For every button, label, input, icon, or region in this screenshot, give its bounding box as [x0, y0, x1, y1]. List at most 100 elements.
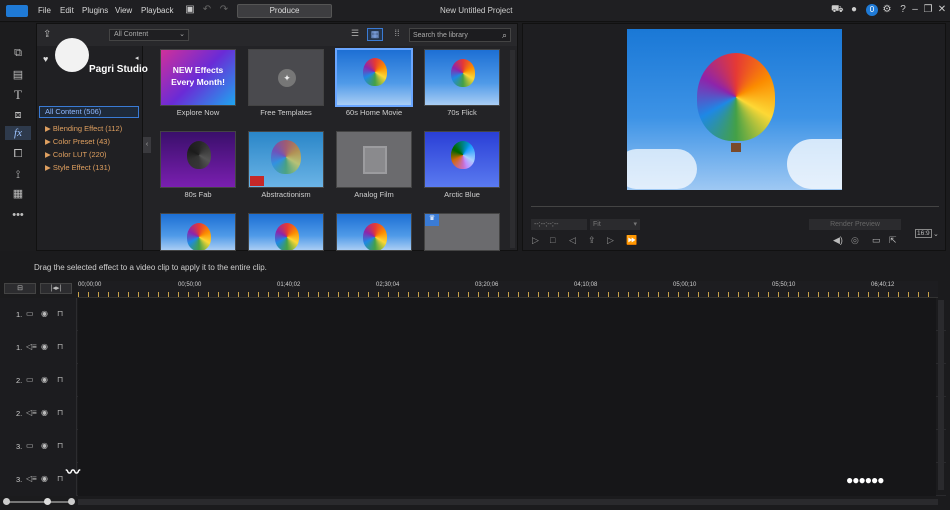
close-icon[interactable]: ✕: [936, 4, 948, 16]
help-icon[interactable]: ?: [897, 4, 909, 16]
menu-plugins[interactable]: Plugins: [82, 6, 108, 15]
thumb-arctic-blue[interactable]: [424, 131, 500, 188]
menu-playback[interactable]: Playback: [141, 6, 173, 15]
library-collapse-icon[interactable]: ‹: [143, 137, 151, 153]
eye-icon[interactable]: ◉: [41, 309, 48, 318]
snapshot-icon[interactable]: ◎: [851, 235, 859, 246]
lock-icon[interactable]: ⊓: [57, 309, 63, 318]
effect-room-icon[interactable]: fx: [5, 126, 31, 140]
cart-icon[interactable]: ⛟: [831, 4, 844, 16]
track-manager-icon[interactable]: ⊟: [4, 283, 36, 294]
lock-icon[interactable]: ⊓: [57, 342, 63, 351]
menu-view[interactable]: View: [115, 6, 132, 15]
chevron-down-icon[interactable]: ⌄: [933, 230, 939, 238]
render-preview-button[interactable]: Render Preview: [809, 219, 901, 230]
notification-badge[interactable]: 0: [866, 4, 878, 16]
library-scrollbar[interactable]: [510, 50, 515, 248]
eye-icon[interactable]: ◉: [41, 375, 48, 384]
volume-icon[interactable]: ◀): [833, 235, 843, 246]
thumb-80s-fab[interactable]: [160, 131, 236, 188]
eye-icon[interactable]: ◉: [41, 474, 48, 483]
next-frame-icon[interactable]: ▷: [607, 235, 614, 246]
track-area[interactable]: [78, 397, 936, 430]
thumb-explore-now[interactable]: NEW Effects Every Month!: [160, 49, 236, 106]
restore-icon[interactable]: ❐: [922, 4, 934, 16]
category-color-preset[interactable]: ▶ Color Preset (43): [45, 137, 110, 146]
thumb-row3-1[interactable]: [160, 213, 236, 251]
thumb-60s-home-movie[interactable]: [335, 48, 413, 107]
favorite-icon[interactable]: ♥: [43, 54, 48, 64]
video-track-icon: ▭: [26, 441, 34, 450]
grid-view-icon[interactable]: ▦: [367, 28, 383, 41]
eye-icon[interactable]: ◉: [41, 408, 48, 417]
eye-icon[interactable]: ◉: [41, 342, 48, 351]
thumb-70s-flick[interactable]: [424, 49, 500, 106]
timeline-vertical-scrollbar[interactable]: [938, 300, 944, 490]
more-icon[interactable]: •••: [10, 208, 26, 222]
thumb-abstractionism[interactable]: [248, 131, 324, 188]
category-all-content[interactable]: All Content (506): [39, 106, 139, 118]
split-icon[interactable]: ⇪: [588, 235, 596, 246]
import-icon[interactable]: ⇪: [43, 29, 51, 40]
timeline-zoom-slider[interactable]: [3, 498, 75, 505]
category-color-lut[interactable]: ▶ Color LUT (220): [45, 150, 106, 159]
zoom-thumb[interactable]: [44, 498, 51, 505]
pip-room-icon[interactable]: ⧠: [10, 147, 26, 161]
search-input[interactable]: Search the library ⌕: [409, 28, 511, 42]
aspect-ratio-select[interactable]: 16:9: [915, 229, 932, 238]
track-area[interactable]: [78, 430, 936, 463]
thumbnail-size-icon[interactable]: ⁞⁞: [389, 28, 405, 41]
track-number: 3.: [16, 442, 23, 451]
minimize-icon[interactable]: –: [909, 4, 921, 16]
fit-timeline-icon[interactable]: |◂▸|: [40, 283, 72, 294]
undo-icon[interactable]: ↶: [201, 4, 213, 16]
undock-icon[interactable]: ⇱: [889, 235, 897, 246]
lock-icon[interactable]: ⊓: [57, 474, 63, 483]
save-icon[interactable]: ▣: [184, 4, 196, 16]
zoom-out-handle[interactable]: [3, 498, 10, 505]
thumb-free-templates[interactable]: ✦: [248, 49, 324, 106]
menu-file[interactable]: File: [38, 6, 51, 15]
track-audio-1: 1. ◁≡ ◉ ⊓: [0, 331, 946, 364]
list-view-icon[interactable]: ☰: [347, 28, 363, 41]
settings-icon[interactable]: ⚙: [881, 4, 893, 16]
track-area[interactable]: [78, 331, 936, 364]
ruler-label: 01;40;02: [277, 282, 301, 288]
transition-room-icon[interactable]: ⧈: [10, 108, 26, 122]
thumb-row3-2[interactable]: [248, 213, 324, 251]
play-icon[interactable]: ▷: [532, 235, 539, 246]
timeline-horizontal-scrollbar[interactable]: [78, 499, 938, 505]
category-blending-effect[interactable]: ▶ Blending Effect (112): [45, 124, 122, 133]
thumb-row3-4[interactable]: ♛: [424, 213, 500, 251]
thumb-row3-3[interactable]: [336, 213, 412, 251]
category-style-effect[interactable]: ▶ Style Effect (131): [45, 163, 110, 172]
timecode-field[interactable]: --;--;--;--: [531, 219, 587, 230]
template-room-icon[interactable]: ▤: [10, 68, 26, 82]
particle-room-icon[interactable]: ⟟: [10, 168, 26, 182]
lock-icon[interactable]: ⊓: [57, 441, 63, 450]
fast-forward-icon[interactable]: ⏩: [626, 235, 637, 246]
account-icon[interactable]: ●: [848, 4, 860, 16]
title-room-icon[interactable]: T: [10, 88, 26, 102]
subtitle-room-icon[interactable]: ▦: [10, 187, 26, 201]
zoom-in-handle[interactable]: [68, 498, 75, 505]
lock-icon[interactable]: ⊓: [57, 375, 63, 384]
track-area[interactable]: [78, 364, 936, 397]
menu-edit[interactable]: Edit: [60, 6, 74, 15]
produce-button[interactable]: Produce: [237, 4, 332, 18]
eye-icon[interactable]: ◉: [41, 441, 48, 450]
previous-frame-icon[interactable]: ◁: [569, 235, 576, 246]
lock-icon[interactable]: ⊓: [57, 408, 63, 417]
track-area[interactable]: [78, 463, 936, 496]
stop-icon[interactable]: □: [550, 235, 555, 245]
preview-progress-track[interactable]: [531, 206, 939, 207]
redo-icon[interactable]: ↷: [218, 4, 230, 16]
thumb-analog-film[interactable]: [336, 131, 412, 188]
timeline-ruler[interactable]: 00;00;00 00;50;00 01;40;02 02;30;04 03;2…: [78, 281, 938, 298]
subtitle-icon[interactable]: ▭: [872, 235, 881, 246]
fit-select[interactable]: Fit ▾: [590, 219, 640, 230]
media-room-icon[interactable]: ⧉: [10, 46, 26, 60]
track-area[interactable]: [78, 298, 936, 331]
search-icon[interactable]: ⌕: [502, 30, 507, 41]
chevron-down-icon: ⌄: [179, 31, 185, 38]
